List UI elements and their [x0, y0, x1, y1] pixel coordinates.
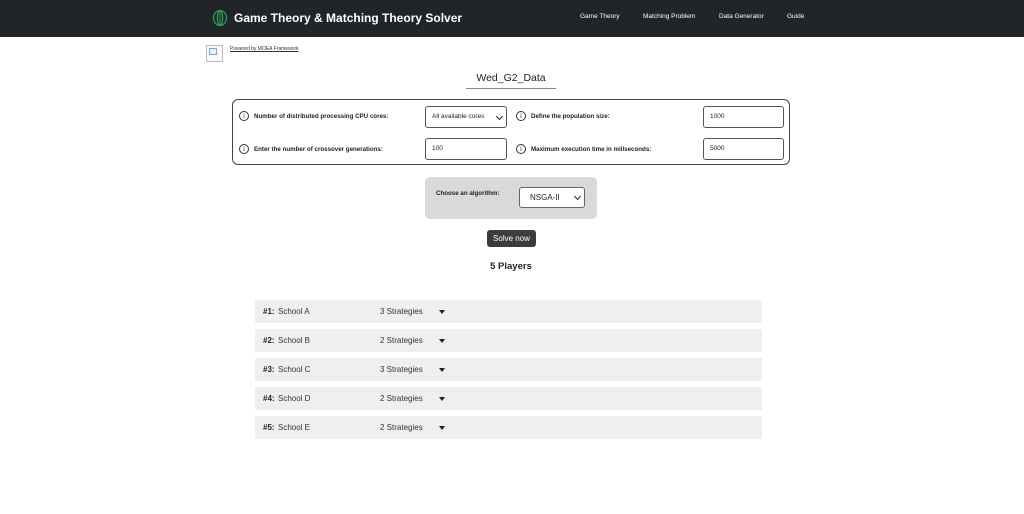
dataset-title: Wed_G2_Data: [466, 72, 556, 89]
info-icon[interactable]: i: [239, 144, 249, 154]
players-heading: 5 Players: [490, 261, 532, 272]
nav-game-theory[interactable]: Game Theory: [580, 13, 620, 25]
info-icon[interactable]: i: [516, 144, 526, 154]
player-strategies: 2 Strategies: [380, 423, 423, 432]
player-strategies: 2 Strategies: [380, 336, 423, 345]
player-number: #1:: [263, 307, 275, 316]
generations-input[interactable]: 100: [425, 138, 507, 160]
moea-framework-link[interactable]: Powered by MOEA Framework: [230, 46, 299, 52]
player-row: #4: School D 2 Strategies: [255, 387, 762, 410]
player-name: School B: [278, 336, 311, 345]
page: Game Theory & Matching Theory Solver Gam…: [0, 0, 1024, 514]
cpu-cores-select[interactable]: All available cores: [425, 106, 507, 128]
chevron-down-icon: [573, 192, 582, 201]
cpu-cores-label: Number of distributed processing CPU cor…: [254, 113, 389, 120]
top-navbar: Game Theory & Matching Theory Solver Gam…: [0, 0, 1024, 37]
caret-down-icon[interactable]: [439, 426, 445, 430]
player-row: #2: School B 2 Strategies: [255, 329, 762, 352]
player-name: School E: [278, 423, 311, 432]
info-icon[interactable]: i: [239, 111, 249, 121]
caret-down-icon[interactable]: [439, 339, 445, 343]
algorithm-select[interactable]: NSGA-II: [519, 187, 585, 208]
generations-value: 100: [432, 145, 443, 152]
algorithm-value: NSGA-II: [530, 193, 560, 202]
nav-data-generator[interactable]: Data Generator: [719, 13, 764, 25]
player-strategies: 3 Strategies: [380, 365, 423, 374]
player-strategies: 2 Strategies: [380, 394, 423, 403]
algorithm-label: Choose an algorithm:: [436, 190, 500, 197]
chevron-down-icon: [495, 112, 504, 121]
player-number: #5:: [263, 423, 275, 432]
player-name: School A: [278, 307, 310, 316]
cpu-cores-value: All available cores: [432, 113, 485, 120]
player-row: #5: School E 2 Strategies: [255, 416, 762, 439]
player-number: #2:: [263, 336, 275, 345]
moea-broken-image-icon[interactable]: [206, 45, 223, 62]
max-time-value: 5000: [710, 145, 725, 152]
caret-down-icon[interactable]: [439, 368, 445, 372]
population-label: Define the population size:: [531, 113, 610, 120]
brand-title: Game Theory & Matching Theory Solver: [234, 11, 463, 25]
solver-parameters-panel: i Number of distributed processing CPU c…: [232, 99, 790, 165]
caret-down-icon[interactable]: [439, 310, 445, 314]
max-time-label: Maximum execution time in millseconds:: [531, 146, 652, 153]
player-row: #1: School A 3 Strategies: [255, 300, 762, 323]
player-number: #4:: [263, 394, 275, 403]
info-icon[interactable]: i: [516, 111, 526, 121]
nav-matching-problem[interactable]: Matching Problem: [643, 13, 695, 25]
max-time-input[interactable]: 5000: [703, 138, 784, 160]
caret-down-icon[interactable]: [439, 397, 445, 401]
atom-logo-icon: [212, 9, 228, 27]
player-name: School C: [278, 365, 311, 374]
brand[interactable]: Game Theory & Matching Theory Solver: [212, 9, 462, 27]
solve-now-button[interactable]: Solve now: [487, 230, 536, 247]
population-input[interactable]: 1000: [703, 106, 784, 128]
population-value: 1000: [710, 113, 725, 120]
player-name: School D: [278, 394, 311, 403]
player-row: #3: School C 3 Strategies: [255, 358, 762, 381]
player-number: #3:: [263, 365, 275, 374]
generations-label: Enter the number of crossover generation…: [254, 146, 383, 153]
player-strategies: 3 Strategies: [380, 307, 423, 316]
algorithm-panel: Choose an algorithm: NSGA-II: [425, 177, 597, 219]
nav-guide[interactable]: Guide: [787, 13, 804, 25]
